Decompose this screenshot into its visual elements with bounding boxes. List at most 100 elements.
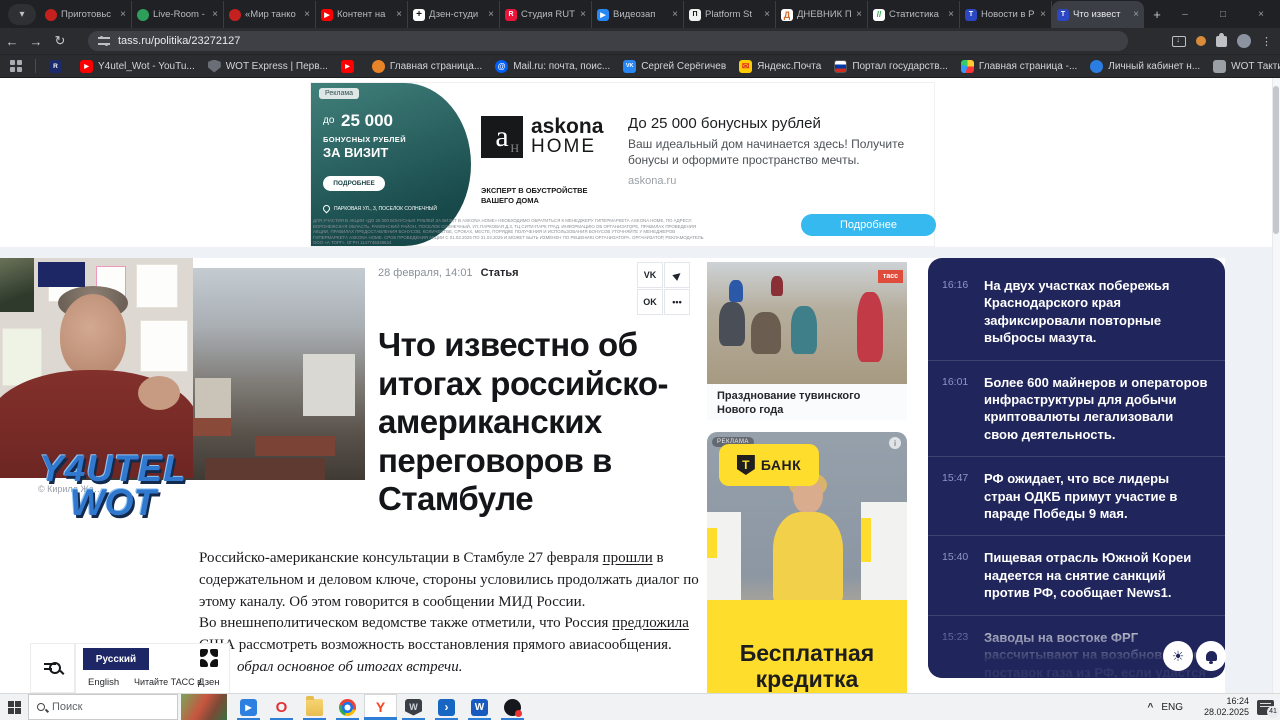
url-field[interactable]: tass.ru/politika/23272127 — [88, 31, 1128, 51]
dzen-icon[interactable] — [200, 649, 222, 671]
share-telegram-button[interactable]: ▶ — [664, 262, 690, 288]
bookmark-item[interactable]: WOT Express | Перв... — [207, 59, 328, 73]
news-feed-item[interactable]: 16:16 На двух участках побережья Краснод… — [928, 264, 1225, 361]
browser-tab[interactable]: П Platform St × — [684, 1, 776, 28]
windows-search-box[interactable]: Поиск — [28, 694, 178, 720]
apps-grid-icon[interactable] — [10, 60, 22, 72]
browser-tab[interactable]: R Студия RUT × — [500, 1, 592, 28]
news-feed-item[interactable]: 15:47 РФ ожидает, что все лидеры стран О… — [928, 457, 1225, 537]
start-button[interactable] — [8, 701, 21, 714]
forward-button[interactable]: → — [24, 34, 48, 49]
tab-close-icon[interactable]: × — [396, 9, 402, 20]
window-maximize-button[interactable]: □ — [1204, 0, 1242, 28]
bookmark-item[interactable]: ▶ Y4utel_Wot - YouTu... — [80, 59, 195, 73]
ad-info-icon[interactable]: i — [889, 437, 901, 449]
browser-tab[interactable]: // Статистика × — [868, 1, 960, 28]
tbank-ad[interactable]: РЕКЛАМА i Т БАНК Бесплатная кредитка — [707, 432, 907, 693]
news-feed-item[interactable]: 16:01 Более 600 майнеров и операторов ин… — [928, 361, 1225, 458]
site-search-button[interactable] — [30, 643, 75, 693]
tab-close-icon[interactable]: × — [672, 9, 678, 20]
taskbar-app[interactable] — [496, 694, 529, 720]
reload-button[interactable]: ↻ — [48, 33, 72, 49]
browser-tab[interactable]: Т Новости в Р × — [960, 1, 1052, 28]
notifications-button[interactable] — [1196, 641, 1226, 671]
tab-close-icon[interactable]: × — [304, 9, 310, 20]
bookmark-item[interactable]: ▶ — [340, 59, 359, 73]
profile-avatar[interactable] — [1237, 34, 1251, 48]
article-paragraph: Российско-американские консультации в Ст… — [199, 550, 699, 611]
browser-tab[interactable]: ▶ Видеозап × — [592, 1, 684, 28]
person-hand — [138, 376, 180, 410]
taskbar-app-icon: ▶ — [240, 698, 257, 716]
tab-title: Live-Room - — [153, 9, 205, 20]
tab-close-icon[interactable]: × — [1133, 9, 1139, 20]
browser-tab[interactable]: Приготовьс × — [40, 1, 132, 28]
bookmark-item[interactable]: R — [49, 59, 67, 73]
browser-tab[interactable]: Д ДНЕВНИК П × — [776, 1, 868, 28]
back-button[interactable]: ← — [0, 34, 24, 49]
tab-close-icon[interactable]: × — [948, 9, 954, 20]
taskbar-app[interactable]: Y — [364, 694, 397, 720]
bookmark-item[interactable]: ✉ Яндекс.Почта — [739, 59, 821, 73]
browser-menu-icon[interactable]: ⋮ — [1261, 35, 1272, 48]
taskbar-app[interactable]: W — [397, 694, 430, 720]
news-feed-item[interactable]: 15:40 Пищевая отрасль Южной Кореи надеет… — [928, 536, 1225, 616]
taskbar-clock[interactable]: 16:24 28.02.2025 — [1191, 696, 1249, 719]
taskbar-app[interactable]: › — [430, 694, 463, 720]
keyboard-language[interactable]: ENG — [1161, 702, 1183, 713]
taskbar-app[interactable]: W — [463, 694, 496, 720]
taskbar-app[interactable] — [331, 694, 364, 720]
taskbar-app[interactable] — [298, 694, 331, 720]
bookmark-item[interactable]: Личный кабинет н... — [1090, 59, 1200, 73]
browser-tab[interactable]: + Дзен-студи × — [408, 1, 500, 28]
site-settings-icon[interactable] — [98, 36, 110, 46]
browser-tab[interactable]: Live-Room - × — [132, 1, 224, 28]
askona-ad-banner[interactable]: Реклама до 25 000 БОНУСНЫХ РУБЛЕЙ ЗА ВИЗ… — [310, 82, 936, 247]
install-app-icon[interactable] — [1172, 35, 1186, 47]
share-ok-button[interactable]: OK — [637, 289, 663, 315]
tab-close-icon[interactable]: × — [212, 9, 218, 20]
tab-close-icon[interactable]: × — [120, 9, 126, 20]
new-tab-button[interactable]: + — [1146, 5, 1168, 23]
promo-button[interactable]: ПОДРОБНЕЕ — [323, 176, 385, 191]
share-vk-button[interactable]: VK — [637, 262, 663, 288]
taskbar-app[interactable]: O — [265, 694, 298, 720]
browser-tab[interactable]: «Мир танко × — [224, 1, 316, 28]
bookmark-item[interactable]: Портал государств... — [834, 59, 948, 73]
bookmark-item[interactable]: Главная страница -... — [960, 59, 1077, 73]
extension-icon[interactable] — [1196, 36, 1206, 46]
window-close-button[interactable]: × — [1242, 0, 1280, 28]
bookmark-favicon — [1213, 59, 1227, 73]
bookmark-item[interactable]: WOT Тактика — [1213, 59, 1280, 73]
news-widget-thumbnail[interactable] — [181, 694, 227, 720]
taskbar-app-icon — [306, 695, 323, 716]
tab-close-icon[interactable]: × — [1040, 9, 1046, 20]
tray-chevron-icon[interactable]: ^ — [1147, 702, 1153, 713]
language-option-russian[interactable]: Русский — [83, 648, 149, 670]
browser-tab[interactable]: Т Что извест × — [1052, 1, 1144, 28]
tab-close-icon[interactable]: × — [488, 9, 494, 20]
bookmark-item[interactable]: VK Сергей Серёгичев — [623, 59, 726, 73]
theme-toggle-button[interactable]: ☀ — [1163, 641, 1193, 671]
taskbar-app[interactable]: ▶ — [232, 694, 265, 720]
bookmark-favicon — [207, 59, 221, 73]
crowd-figure — [857, 292, 883, 362]
action-center-icon[interactable]: 41 — [1257, 699, 1279, 718]
language-option-english[interactable]: English — [88, 677, 119, 688]
share-more-button[interactable]: ••• — [664, 289, 690, 315]
tab-close-icon[interactable]: × — [856, 9, 862, 20]
tab-close-icon[interactable]: × — [764, 9, 770, 20]
scrollbar-thumb[interactable] — [1273, 86, 1279, 234]
video-card[interactable]: тасс Празднование тувинского Нового года — [707, 262, 907, 420]
browser-tab[interactable]: ▶ Контент на × — [316, 1, 408, 28]
tab-close-icon[interactable]: × — [580, 9, 586, 20]
bookmark-item[interactable]: @ Mail.ru: почта, поис... — [495, 59, 610, 73]
article-link[interactable]: предложила — [612, 615, 689, 631]
extensions-puzzle-icon[interactable] — [1216, 32, 1227, 47]
photo-building — [195, 378, 231, 418]
tab-search-button[interactable]: ▾ — [8, 4, 36, 25]
window-minimize-button[interactable]: – — [1166, 0, 1204, 28]
bookmark-item[interactable]: Главная страница... — [371, 59, 482, 73]
article-link[interactable]: прошли — [603, 550, 653, 566]
ad-cta-button[interactable]: Подробнее — [801, 214, 936, 236]
